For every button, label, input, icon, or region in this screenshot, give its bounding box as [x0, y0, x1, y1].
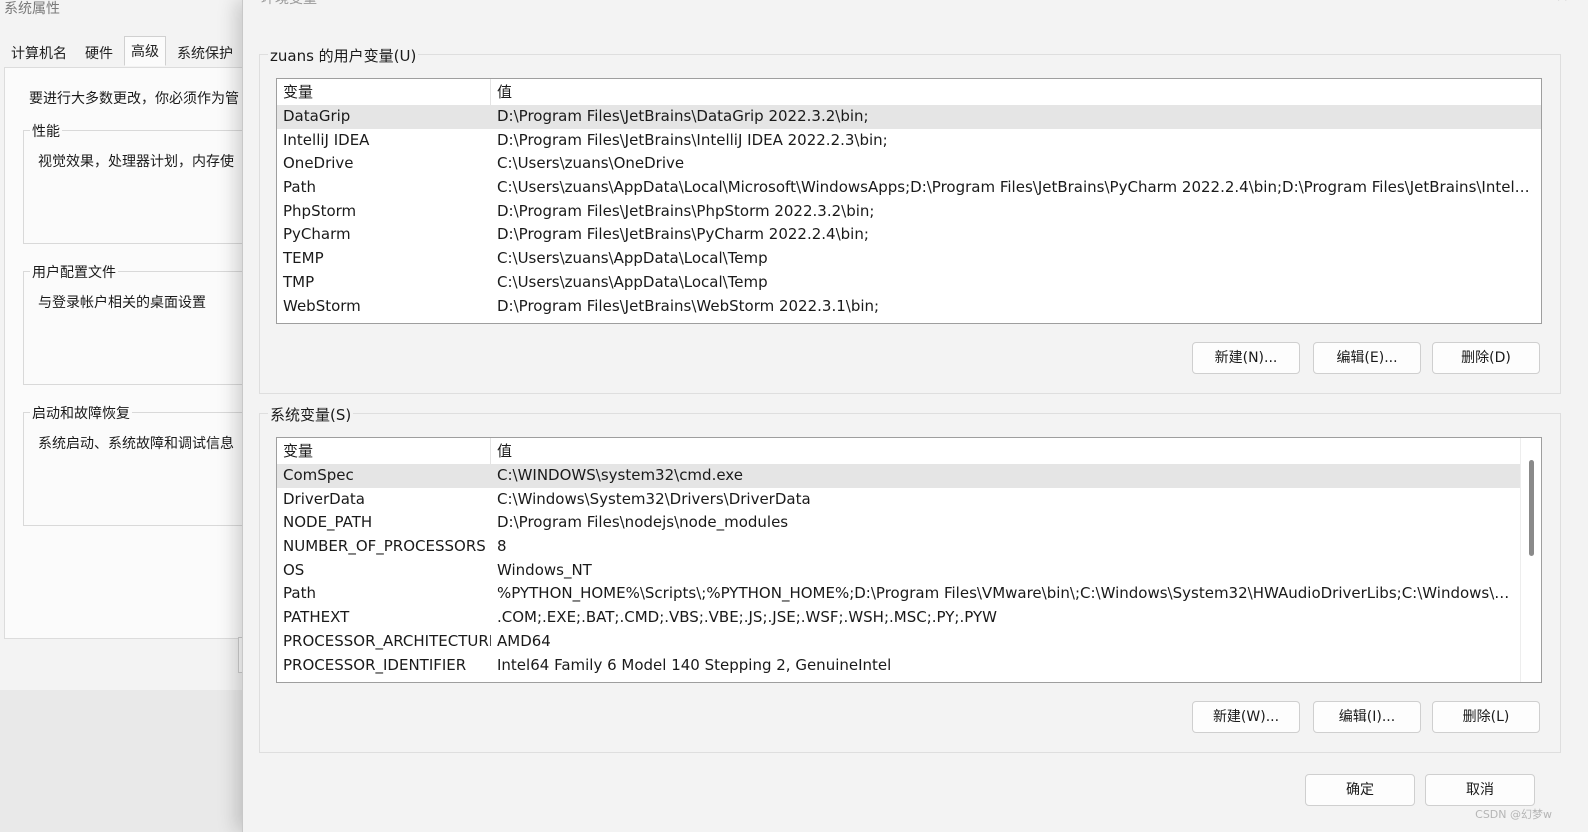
variable-value: C:\Users\zuans\AppData\Local\Temp — [497, 249, 768, 268]
list-item[interactable]: PATHEXT .COM;.EXE;.BAT;.CMD;.VBS;.VBE;.JS… — [277, 606, 1521, 630]
list-item[interactable]: DriverData C:\Windows\System32\Drivers\Dr… — [277, 488, 1521, 512]
variable-value: Intel64 Family 6 Model 140 Stepping 2, G… — [497, 655, 892, 674]
variable-value: C:\WINDOWS\system32\cmd.exe — [497, 466, 743, 484]
user-profiles-group-desc: 与登录帐户相关的桌面设置 — [38, 295, 206, 311]
scrollbar-thumb[interactable] — [1529, 460, 1534, 556]
variable-name: TEMP — [283, 249, 324, 268]
list-item[interactable]: PROCESSOR_IDENTIFIER Intel64 Family 6 Mod… — [277, 654, 1521, 678]
variable-value: AMD64 — [497, 631, 551, 650]
variable-name: WebStorm — [283, 296, 361, 315]
variable-value: Windows_NT — [497, 560, 592, 579]
user-new-button[interactable]: 新建(N)... — [1192, 342, 1300, 374]
watermark: CSDN @幻梦w — [1475, 808, 1552, 821]
system-variables-title: 系统变量(S) — [268, 404, 354, 425]
variable-value: %PYTHON_HOME%\Scripts\;%PYTHON_HOME%;D:\… — [497, 584, 1521, 603]
system-variables-rows: ComSpec C:\WINDOWS\system32\cmd.exe Driver… — [277, 464, 1521, 677]
variable-name: PATHEXT — [283, 608, 350, 627]
column-header-value[interactable]: 值 — [491, 438, 512, 464]
list-item[interactable]: OS Windows_NT — [277, 559, 1521, 583]
column-header-variable[interactable]: 变量 — [277, 79, 491, 105]
list-item[interactable]: NODE_PATH D:\Program Files\nodejs\node_mo… — [277, 511, 1521, 535]
user-variables-title: zuans 的用户变量(U) — [268, 45, 419, 66]
tab-hardware[interactable]: 硬件 — [78, 38, 120, 66]
list-item[interactable]: PROCESSOR_ARCHITECTURE AMD64 — [277, 630, 1521, 654]
variable-value: D:\Program Files\JetBrains\DataGrip 2022… — [497, 107, 869, 125]
tab-system-protection[interactable]: 系统保护 — [170, 38, 240, 66]
system-variables-list[interactable]: 变量 值 ComSpec C:\WINDOWS\system32\cmd.exe D… — [276, 437, 1542, 683]
performance-group-title: 性能 — [30, 121, 62, 141]
cancel-button[interactable]: 取消 — [1425, 774, 1535, 806]
variable-name: NUMBER_OF_PROCESSORS — [283, 537, 486, 556]
list-item[interactable]: Path C:\Users\zuans\AppData\Local\Microso… — [277, 176, 1541, 200]
user-variables-list[interactable]: 变量 值 DataGrip D:\Program Files\JetBrains\… — [276, 78, 1542, 324]
variable-name: PROCESSOR_IDENTIFIER — [283, 655, 467, 674]
list-item[interactable]: NUMBER_OF_PROCESSORS 8 — [277, 535, 1521, 559]
list-item[interactable]: TEMP C:\Users\zuans\AppData\Local\Temp — [277, 247, 1541, 271]
variable-name: PhpStorm — [283, 201, 357, 220]
dialog-title: 环境变量 — [261, 0, 317, 8]
variable-value: D:\Program Files\nodejs\node_modules — [497, 513, 789, 532]
column-header-value[interactable]: 值 — [491, 79, 512, 105]
variable-value: D:\Program Files\JetBrains\PyCharm 2022.… — [497, 225, 869, 244]
variable-name: IntelliJ IDEA — [283, 130, 370, 149]
variable-name: OS — [283, 560, 305, 579]
variable-name: PyCharm — [283, 225, 351, 244]
system-new-button[interactable]: 新建(W)... — [1192, 701, 1300, 733]
variable-value: C:\Windows\System32\Drivers\DriverData — [497, 489, 811, 508]
environment-variables-dialog: 环境变量 × zuans 的用户变量(U) 变量 值 DataGrip D:\Pr… — [242, 0, 1588, 832]
list-item[interactable]: IntelliJ IDEA D:\Program Files\JetBrains\… — [277, 129, 1541, 153]
column-header-variable[interactable]: 变量 — [277, 438, 491, 464]
user-profiles-group-title: 用户配置文件 — [30, 262, 118, 282]
list-item[interactable]: ComSpec C:\WINDOWS\system32\cmd.exe — [277, 464, 1521, 488]
list-item[interactable]: TMP C:\Users\zuans\AppData\Local\Temp — [277, 271, 1541, 295]
variable-name: OneDrive — [283, 154, 354, 173]
system-delete-button[interactable]: 删除(L) — [1432, 701, 1540, 733]
list-item[interactable]: PyCharm D:\Program Files\JetBrains\PyChar… — [277, 223, 1541, 247]
startup-recovery-group-title: 启动和故障恢复 — [30, 403, 132, 423]
list-item[interactable]: DataGrip D:\Program Files\JetBrains\DataG… — [277, 105, 1541, 129]
performance-group-desc: 视觉效果，处理器计划，内存使 — [38, 154, 234, 170]
list-item[interactable]: Path %PYTHON_HOME%\Scripts\;%PYTHON_HOME%… — [277, 582, 1521, 606]
variable-value: D:\Program Files\JetBrains\PhpStorm 2022… — [497, 201, 875, 220]
startup-recovery-group-desc: 系统启动、系统故障和调试信息 — [38, 436, 234, 452]
user-variables-rows: DataGrip D:\Program Files\JetBrains\DataG… — [277, 105, 1541, 318]
list-item[interactable]: PhpStorm D:\Program Files\JetBrains\PhpSt… — [277, 200, 1541, 224]
user-variables-section: zuans 的用户变量(U) 变量 值 DataGrip D:\Program F… — [259, 45, 1561, 394]
variable-value: C:\Users\zuans\OneDrive — [497, 154, 685, 173]
vertical-scrollbar[interactable] — [1520, 438, 1541, 682]
list-header: 变量 值 — [277, 79, 1541, 105]
variable-name: ComSpec — [283, 466, 354, 484]
variable-value: 8 — [497, 537, 507, 556]
list-item[interactable]: OneDrive C:\Users\zuans\OneDrive — [277, 152, 1541, 176]
system-edit-button[interactable]: 编辑(I)... — [1313, 701, 1421, 733]
variable-value: C:\Users\zuans\AppData\Local\Microsoft\W… — [497, 178, 1541, 197]
tab-advanced[interactable]: 高级 — [124, 36, 166, 66]
admin-note: 要进行大多数更改，你必须作为管 — [29, 91, 239, 107]
variable-value: D:\Program Files\JetBrains\WebStorm 2022… — [497, 296, 880, 315]
variable-name: NODE_PATH — [283, 513, 373, 532]
ok-button[interactable]: 确定 — [1305, 774, 1415, 806]
list-header: 变量 值 — [277, 438, 1521, 464]
variable-value: .COM;.EXE;.BAT;.CMD;.VBS;.VBE;.JS;.JSE;.… — [497, 608, 997, 627]
variable-name: DataGrip — [283, 107, 351, 125]
variable-name: PROCESSOR_ARCHITECTURE — [283, 631, 491, 650]
list-item[interactable]: WebStorm D:\Program Files\JetBrains\WebSt… — [277, 295, 1541, 319]
close-icon[interactable]: × — [1556, 0, 1569, 5]
variable-value: C:\Users\zuans\AppData\Local\Temp — [497, 272, 768, 291]
variable-name: Path — [283, 584, 316, 603]
variable-name: Path — [283, 178, 316, 197]
tab-computer-name[interactable]: 计算机名 — [4, 38, 74, 66]
system-properties-tabs: 计算机名 硬件 高级 系统保护 — [4, 36, 244, 66]
system-properties-title: 系统属性 — [4, 1, 60, 17]
variable-value: D:\Program Files\JetBrains\IntelliJ IDEA… — [497, 130, 888, 149]
variable-name: DriverData — [283, 489, 365, 508]
system-variables-section: 系统变量(S) 变量 值 ComSpec C:\WINDOWS\system32\… — [259, 404, 1561, 753]
user-delete-button[interactable]: 删除(D) — [1432, 342, 1540, 374]
user-edit-button[interactable]: 编辑(E)... — [1313, 342, 1421, 374]
variable-name: TMP — [283, 272, 315, 291]
